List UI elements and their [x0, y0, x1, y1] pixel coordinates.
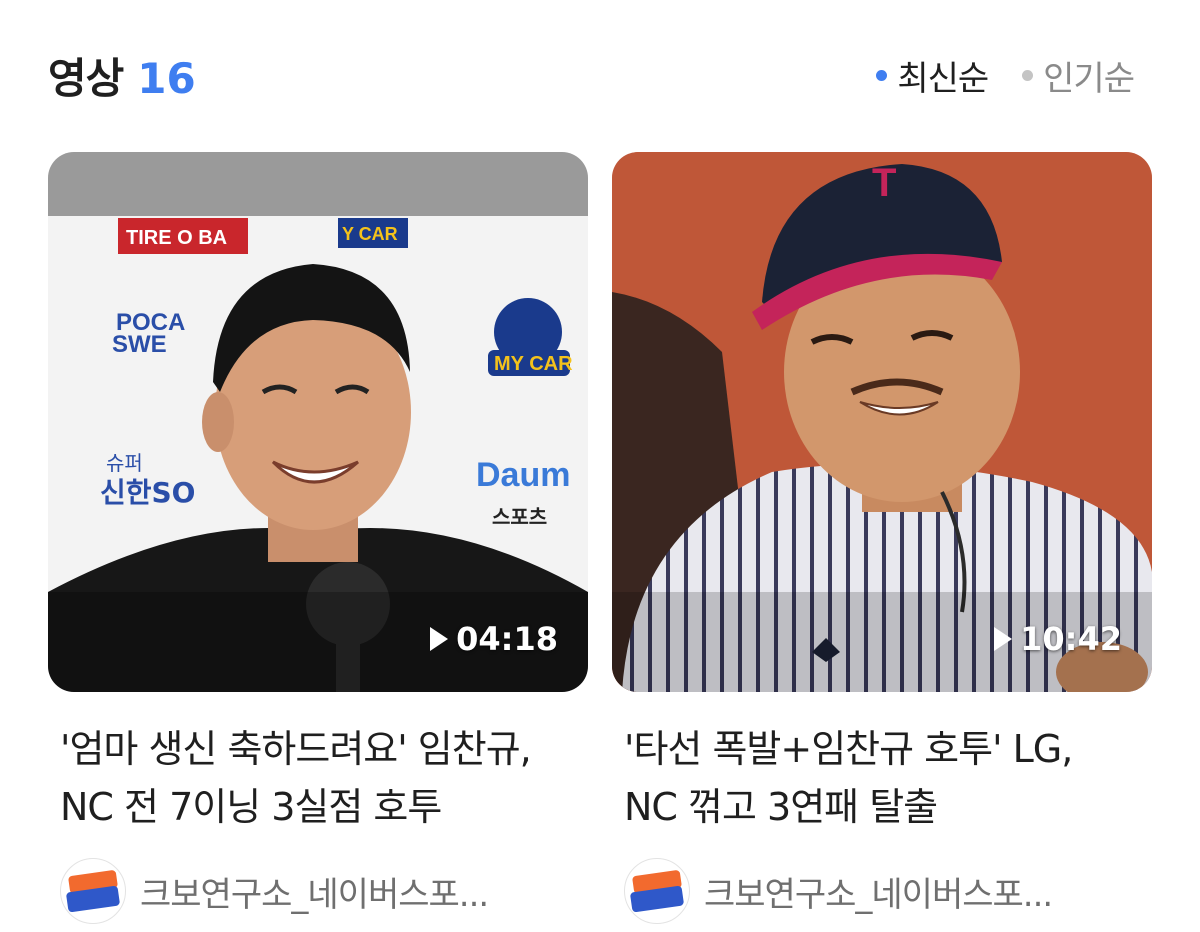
svg-text:MY CAR: MY CAR — [494, 353, 573, 375]
svg-text:SWE: SWE — [112, 331, 167, 358]
channel-info[interactable]: 크보연구소_네이버스포... — [612, 858, 1152, 924]
video-card[interactable]: T 10:42 '타선 폭발+임찬규 호투' LG, NC 꺾고 3연패 탈출 … — [612, 152, 1152, 924]
title-group: 영상 16 — [48, 45, 196, 106]
channel-logo-icon — [624, 858, 690, 924]
channel-name: 크보연구소_네이버스포... — [704, 874, 1053, 915]
video-card[interactable]: TIRE O BA Y CAR POCA SWE MY CAR 슈퍼 신한SO … — [48, 152, 588, 924]
video-title[interactable]: '엄마 생신 축하드려요' 임찬규, NC 전 7이닝 3실점 호투 — [48, 720, 568, 836]
play-icon — [994, 627, 1013, 651]
video-thumbnail[interactable]: TIRE O BA Y CAR POCA SWE MY CAR 슈퍼 신한SO … — [48, 152, 588, 692]
play-icon — [430, 627, 449, 651]
video-count: 16 — [137, 53, 196, 103]
section-title: 영상 — [48, 53, 124, 103]
video-duration: 10:42 — [994, 620, 1122, 658]
svg-text:T: T — [872, 161, 896, 205]
svg-text:스포츠: 스포츠 — [492, 505, 547, 529]
active-dot-icon — [876, 69, 888, 81]
video-title[interactable]: '타선 폭발+임찬규 호투' LG, NC 꺾고 3연패 탈출 — [612, 720, 1132, 836]
svg-text:Daum: Daum — [476, 456, 570, 494]
channel-logo-icon — [60, 858, 126, 924]
svg-text:슈퍼: 슈퍼 — [106, 451, 143, 475]
section-header: 영상 16 최신순 인기순 — [48, 40, 1135, 110]
duration-text: 10:42 — [1020, 620, 1122, 658]
video-thumbnail[interactable]: T 10:42 — [612, 152, 1152, 692]
svg-text:신한SO: 신한SO — [100, 476, 196, 509]
channel-name: 크보연구소_네이버스포... — [140, 874, 489, 915]
video-duration: 04:18 — [430, 620, 558, 658]
sort-options: 최신순 인기순 — [876, 51, 1135, 100]
sort-popular-option[interactable]: 인기순 — [1022, 51, 1135, 100]
sort-latest-label: 최신순 — [897, 58, 989, 99]
inactive-dot-icon — [1022, 69, 1034, 81]
channel-info[interactable]: 크보연구소_네이버스포... — [48, 858, 588, 924]
player-interview-thumbnail: TIRE O BA Y CAR POCA SWE MY CAR 슈퍼 신한SO … — [48, 152, 588, 692]
sort-popular-label: 인기순 — [1043, 58, 1135, 99]
sort-latest-option[interactable]: 최신순 — [876, 51, 989, 100]
svg-text:Y CAR: Y CAR — [342, 224, 398, 244]
svg-text:TIRE O BA: TIRE O BA — [126, 227, 227, 249]
duration-text: 04:18 — [456, 620, 558, 658]
player-uniform-thumbnail: T — [612, 152, 1152, 692]
